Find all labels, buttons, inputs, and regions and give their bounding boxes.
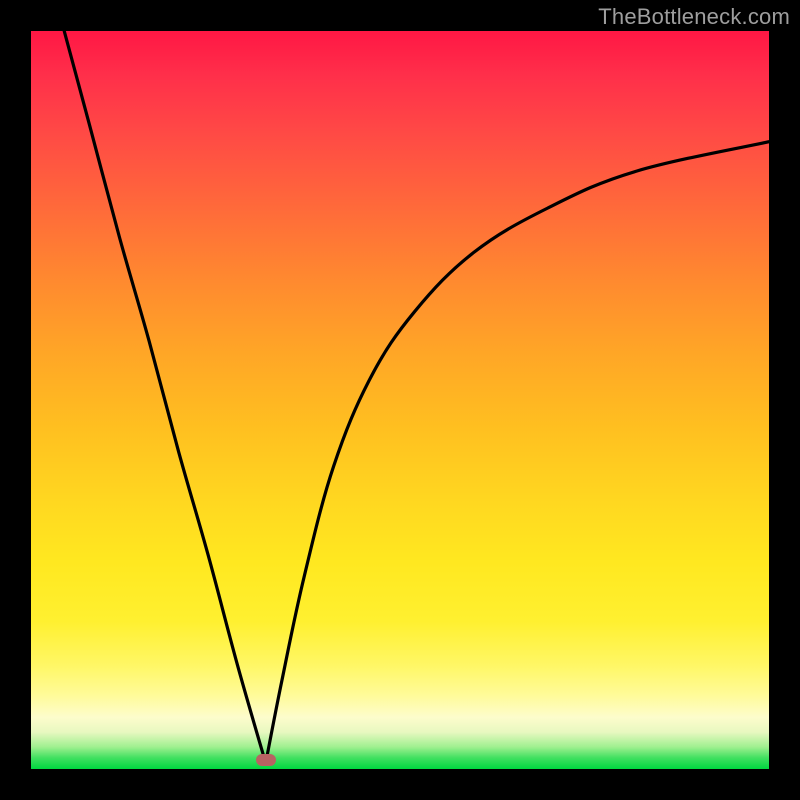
gradient-background (31, 31, 769, 769)
minimum-marker (256, 754, 276, 766)
plot-area (31, 31, 769, 769)
watermark-label: TheBottleneck.com (598, 4, 790, 30)
chart-frame: TheBottleneck.com (0, 0, 800, 800)
